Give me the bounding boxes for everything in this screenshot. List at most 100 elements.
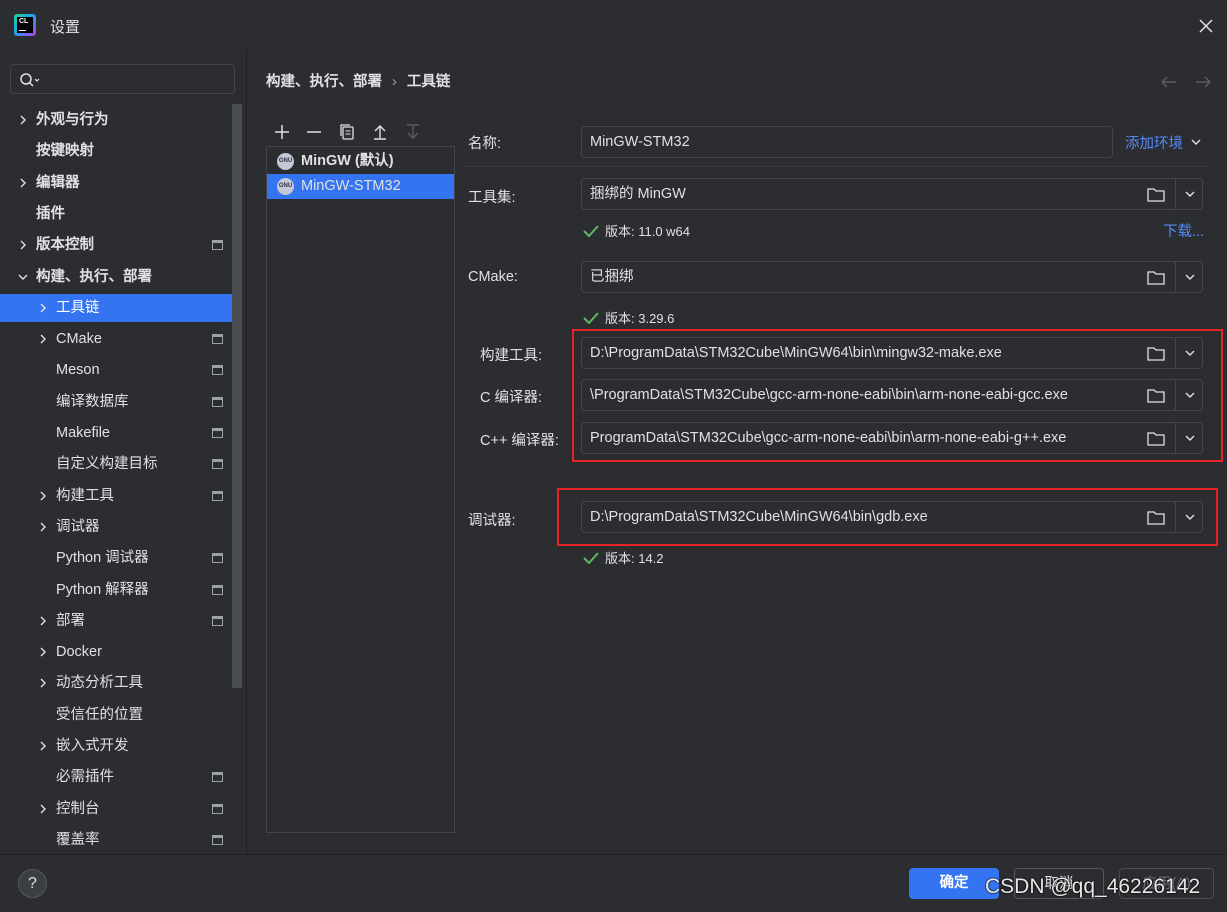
copy-toolchain-button[interactable] (337, 122, 357, 142)
search-input[interactable] (45, 69, 225, 89)
project-settings-icon (212, 491, 223, 501)
chevron-right-icon[interactable] (18, 178, 28, 188)
cmake-value: 已捆绑 (590, 269, 634, 285)
sidebar-item[interactable]: 版本控制 (0, 231, 232, 259)
breadcrumb: 构建、执行、部署 › 工具链 (266, 70, 450, 91)
sidebar-item[interactable]: 控制台 (0, 795, 232, 823)
cpp-compiler-combo[interactable]: ProgramData\STM32Cube\gcc-arm-none-eabi\… (581, 422, 1203, 454)
chevron-right-icon[interactable] (38, 522, 48, 532)
sidebar-scrollbar-thumb[interactable] (232, 104, 242, 688)
download-link[interactable]: 下载... (1163, 220, 1204, 241)
chevron-right-icon[interactable] (18, 240, 28, 250)
c-compiler-combo[interactable]: \ProgramData\STM32Cube\gcc-arm-none-eabi… (581, 379, 1203, 411)
chevron-right-icon[interactable] (38, 741, 48, 751)
project-settings-icon (212, 772, 223, 782)
settings-search-box[interactable] (10, 64, 235, 94)
sidebar-scrollbar[interactable] (232, 104, 242, 688)
window-title: 设置 (50, 19, 81, 36)
folder-icon[interactable] (1147, 431, 1165, 446)
folder-icon[interactable] (1147, 187, 1165, 202)
chevron-right-icon[interactable] (38, 491, 48, 501)
sidebar-item[interactable]: 按键映射 (0, 137, 232, 165)
breadcrumb-parent[interactable]: 构建、执行、部署 (266, 74, 382, 90)
move-up-button[interactable] (370, 122, 390, 142)
sidebar-item[interactable]: 调试器 (0, 513, 232, 541)
chevron-right-icon[interactable] (38, 804, 48, 814)
folder-icon[interactable] (1147, 510, 1165, 525)
check-icon (583, 312, 599, 324)
toolchain-list-item[interactable]: GNU MinGW-STM32 (267, 174, 454, 199)
sidebar-item[interactable]: 动态分析工具 (0, 669, 232, 697)
add-environment-dropdown[interactable]: 添加环境 (1125, 132, 1202, 153)
help-button[interactable]: ? (18, 869, 47, 898)
sidebar-item[interactable]: 插件 (0, 200, 232, 228)
folder-icon[interactable] (1147, 270, 1165, 285)
sidebar-item-label: 版本控制 (36, 237, 94, 253)
chevron-down-icon (1185, 191, 1195, 197)
sidebar-item[interactable]: CMake (0, 325, 232, 353)
sidebar-item-label: 编译数据库 (56, 394, 129, 410)
arrow-up-icon (374, 125, 386, 140)
sidebar-item[interactable]: 编译数据库 (0, 388, 232, 416)
sidebar-item[interactable]: Python 调试器 (0, 544, 232, 572)
build-tool-dropdown-button[interactable] (1175, 337, 1203, 369)
sidebar-item-label: Python 解释器 (56, 582, 149, 598)
remove-toolchain-button[interactable] (304, 122, 324, 142)
c-compiler-dropdown-button[interactable] (1175, 379, 1203, 411)
project-settings-icon (212, 616, 223, 626)
chevron-right-icon[interactable] (18, 115, 28, 125)
sidebar-item[interactable]: 覆盖率 (0, 826, 232, 854)
sidebar-item-label: 嵌入式开发 (56, 738, 129, 754)
sidebar-item[interactable]: 受信任的位置 (0, 701, 232, 729)
close-button[interactable] (1194, 14, 1218, 38)
sidebar-item[interactable]: 构建工具 (0, 482, 232, 510)
add-toolchain-button[interactable] (272, 122, 292, 142)
sidebar-item[interactable]: 外观与行为 (0, 106, 232, 134)
sidebar-item[interactable]: 编辑器 (0, 169, 232, 197)
chevron-right-icon[interactable] (38, 303, 48, 313)
sidebar-item[interactable]: 必需插件 (0, 763, 232, 791)
folder-icon[interactable] (1147, 346, 1165, 361)
sidebar-item[interactable]: 工具链 (0, 294, 232, 322)
chevron-down-icon[interactable] (18, 272, 28, 282)
chevron-right-icon[interactable] (38, 334, 48, 344)
debugger-combo[interactable]: D:\ProgramData\STM32Cube\MinGW64\bin\gdb… (581, 501, 1203, 533)
forward-button[interactable] (1193, 74, 1213, 90)
cmake-version-text: 版本: 3.29.6 (605, 311, 675, 326)
toolset-combo[interactable]: 捆绑的 MinGW (581, 178, 1203, 210)
sidebar-item[interactable]: 构建、执行、部署 (0, 263, 232, 291)
sidebar-item[interactable]: Python 解释器 (0, 576, 232, 604)
clion-logo-icon: CL (14, 14, 36, 36)
cmake-combo[interactable]: 已捆绑 (581, 261, 1203, 293)
cpp-compiler-dropdown-button[interactable] (1175, 422, 1203, 454)
footer-divider (0, 854, 1227, 855)
build-tool-combo[interactable]: D:\ProgramData\STM32Cube\MinGW64\bin\min… (581, 337, 1203, 369)
sidebar-item[interactable]: 嵌入式开发 (0, 732, 232, 760)
debugger-dropdown-button[interactable] (1175, 501, 1203, 533)
cmake-dropdown-button[interactable] (1175, 261, 1203, 293)
watermark: CSDN @qq_46226142 (985, 875, 1201, 898)
toolchain-list-item[interactable]: GNU MinGW (默认) (267, 149, 454, 174)
sidebar-item[interactable]: Makefile (0, 419, 232, 447)
sidebar-item-label: 工具链 (56, 300, 100, 316)
sidebar-item[interactable]: Docker (0, 638, 232, 666)
sidebar-item[interactable]: 部署 (0, 607, 232, 635)
c-compiler-label: C 编译器: (480, 390, 543, 406)
move-down-button[interactable] (403, 122, 423, 142)
name-field[interactable]: MinGW-STM32 (581, 126, 1113, 158)
chevron-right-icon[interactable] (38, 616, 48, 626)
folder-icon[interactable] (1147, 388, 1165, 403)
sidebar-item[interactable]: Meson (0, 356, 232, 384)
project-settings-icon (212, 804, 223, 814)
sidebar-item-label: 外观与行为 (36, 112, 109, 128)
chevron-right-icon[interactable] (38, 647, 48, 657)
sidebar-item-label: 必需插件 (56, 769, 114, 785)
back-button[interactable] (1159, 74, 1179, 90)
minus-icon (307, 131, 321, 133)
toolset-dropdown-button[interactable] (1175, 178, 1203, 210)
search-icon (20, 73, 40, 87)
chevron-right-icon[interactable] (38, 678, 48, 688)
toolset-version: 版本: 11.0 w64 (583, 221, 690, 240)
cpp-compiler-value: ProgramData\STM32Cube\gcc-arm-none-eabi\… (590, 430, 1067, 446)
sidebar-item[interactable]: 自定义构建目标 (0, 450, 232, 478)
